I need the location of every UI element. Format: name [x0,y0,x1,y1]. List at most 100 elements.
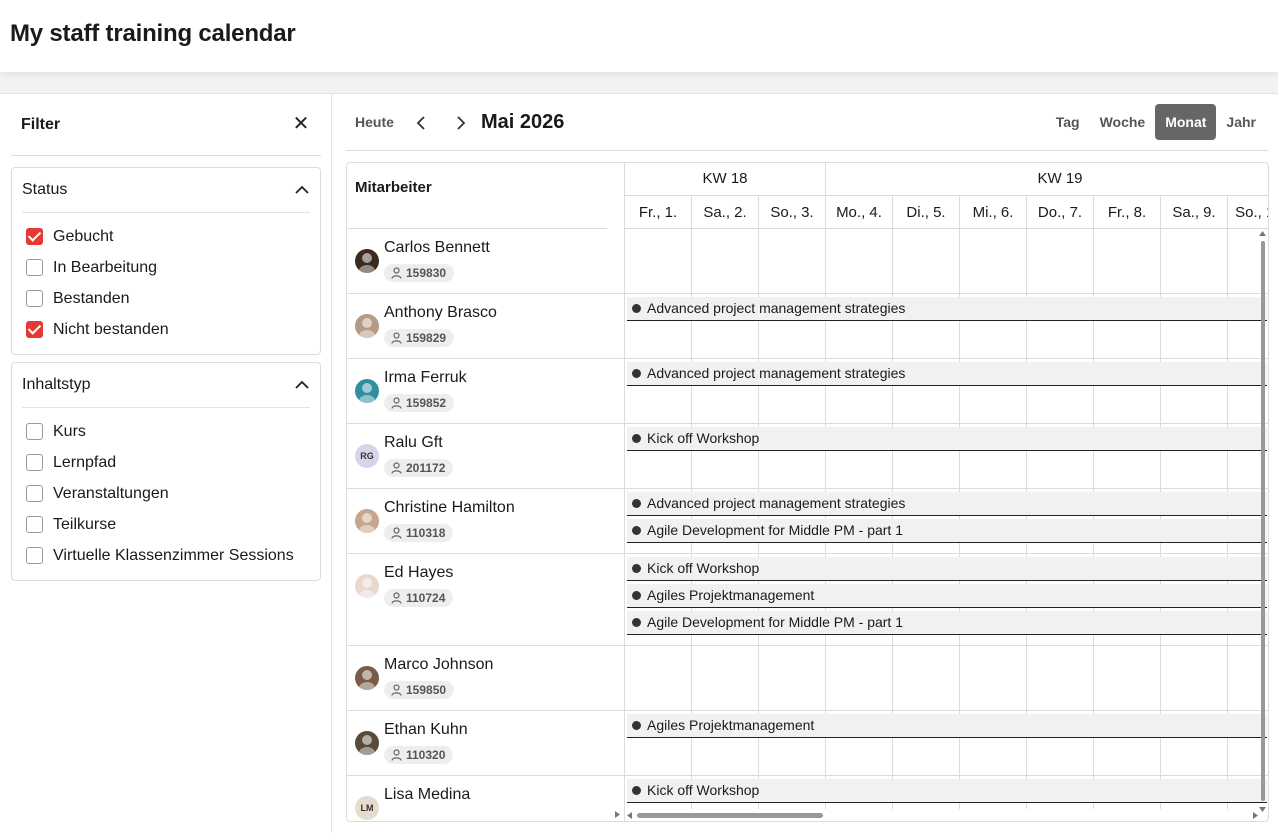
filter-option[interactable]: Nicht bestanden [26,314,320,345]
filter-option[interactable]: Veranstaltungen [26,478,320,509]
row-divider [625,775,1268,776]
employee-row[interactable]: Marco Johnson 159850 [347,646,624,711]
event-bar[interactable]: Agile Development for Middle PM - part 1 [627,611,1267,635]
checkbox[interactable] [26,321,43,338]
filter-option[interactable]: In Bearbeitung [26,252,320,283]
employee-name: Ethan Kuhn [384,721,468,738]
row-divider [625,358,1268,359]
filter-group-title: Inhaltstyp [22,376,91,393]
person-icon [391,684,402,696]
filter-group-header[interactable]: Status [22,168,310,213]
employee-name: Ralu Gft [384,434,443,451]
employee-name: Lisa Medina [384,786,471,803]
employee-row[interactable]: RG Ralu Gft 201172 [347,424,624,489]
employee-row[interactable]: Christine Hamilton 110318 [347,489,624,554]
filter-option-label: Nicht bestanden [53,320,169,338]
view-monat-button[interactable]: Monat [1155,104,1217,140]
checkbox[interactable] [26,547,43,564]
employee-id-badge: 159852 [384,394,455,412]
employee-id-badge: 201172 [384,459,454,477]
avatar [355,574,379,598]
employee-column: Mitarbeiter Carlos Bennett 159830 Anthony … [347,163,625,821]
filter-option[interactable]: Virtuelle Klassenzimmer Sessions [26,540,320,571]
event-bar[interactable]: Agiles Projektmanagement [627,714,1267,738]
scroll-left-icon[interactable] [627,812,632,819]
day-header: Do., 7. [1027,196,1094,229]
checkbox[interactable] [26,290,43,307]
employee-name: Marco Johnson [384,656,494,673]
current-period: Mai 2026 [481,111,565,133]
employee-row[interactable]: LM Lisa Medina [347,776,624,821]
chevron-up-icon[interactable] [294,377,310,393]
event-bar[interactable]: Agiles Projektmanagement [627,584,1267,608]
view-jahr-button[interactable]: Jahr [1216,104,1266,140]
day-header-row: Fr., 1. Sa., 2. So., 3. Mo., 4. Di., 5. Mi., … [625,196,1268,229]
checkbox[interactable] [26,259,43,276]
day-header: Sa., 9. [1161,196,1228,229]
week-header-row: KW 18 KW 19 [625,163,1268,196]
filter-group-header[interactable]: Inhaltstyp [22,363,310,408]
week-header: KW 19 [826,163,1268,196]
scroll-right-icon[interactable] [1253,812,1258,819]
page-title: My staff training calendar [10,20,296,47]
checkbox[interactable] [26,516,43,533]
view-woche-button[interactable]: Woche [1090,104,1156,140]
employee-id: 110320 [406,748,446,762]
event-bar[interactable]: Kick off Workshop [627,427,1267,451]
vertical-scroll-thumb[interactable] [1261,241,1265,801]
employee-row[interactable]: Irma Ferruk 159852 [347,359,624,424]
employee-row[interactable]: Ethan Kuhn 110320 [347,711,624,776]
day-header: Fr., 1. [625,196,692,229]
day-header: Mo., 4. [826,196,893,229]
scroll-right-icon[interactable] [615,811,620,818]
calendar-grid: Mitarbeiter Carlos Bennett 159830 Anthony … [346,162,1269,822]
checkbox[interactable] [26,228,43,245]
scroll-up-icon[interactable] [1259,231,1266,237]
close-icon[interactable]: ✕ [289,112,313,136]
row-divider [625,423,1268,424]
horizontal-scroll-thumb[interactable] [637,813,823,818]
filter-option-label: Kurs [53,422,86,440]
vertical-scrollbar[interactable] [1259,231,1266,812]
avatar [355,314,379,338]
filter-option[interactable]: Lernpfad [26,447,320,478]
filter-panel: Filter ✕ Status Gebucht In Bearbeitung Best… [0,94,332,833]
employee-id-badge: 159829 [384,329,455,347]
chevron-up-icon[interactable] [294,182,310,198]
employee-row[interactable]: Ed Hayes 110724 [347,554,624,646]
filter-option[interactable]: Bestanden [26,283,320,314]
event-bar[interactable]: Agile Development for Middle PM - part 1 [627,519,1267,543]
filter-option-label: Gebucht [53,227,114,245]
today-button[interactable]: Heute [355,114,394,130]
employee-id: 110318 [406,526,446,540]
filter-options: Gebucht In Bearbeitung Bestanden Nicht best… [12,213,320,345]
checkbox[interactable] [26,485,43,502]
row-divider [625,710,1268,711]
event-bar[interactable]: Advanced project management strategies [627,362,1267,386]
view-switcher: Tag Woche Monat Jahr [1046,104,1266,140]
employee-row[interactable]: Anthony Brasco 159829 [347,294,624,359]
checkbox[interactable] [26,454,43,471]
week-header: KW 18 [625,163,826,196]
filter-title: Filter [21,116,61,133]
person-icon [391,592,402,604]
employee-id-badge: 159830 [384,264,455,282]
filter-option-label: Virtuelle Klassenzimmer Sessions [53,546,294,564]
event-bar[interactable]: Advanced project management strategies [627,492,1267,516]
employee-id-badge: 110318 [384,524,454,542]
event-bar[interactable]: Kick off Workshop [627,779,1267,803]
event-bar[interactable]: Kick off Workshop [627,557,1267,581]
filter-option[interactable]: Gebucht [26,221,320,252]
filter-group-inhaltstyp: Inhaltstyp Kurs Lernpfad Veranstaltungen Tei… [11,362,321,581]
chevron-left-icon[interactable] [413,114,431,132]
filter-option[interactable]: Kurs [26,416,320,447]
view-tag-button[interactable]: Tag [1046,104,1090,140]
person-icon [391,332,402,344]
horizontal-scrollbar[interactable] [625,809,1268,821]
chevron-right-icon[interactable] [451,114,469,132]
event-bar[interactable]: Advanced project management strategies [627,297,1267,321]
checkbox[interactable] [26,423,43,440]
employee-row[interactable]: Carlos Bennett 159830 [347,229,624,294]
avatar [355,731,379,755]
filter-option[interactable]: Teilkurse [26,509,320,540]
